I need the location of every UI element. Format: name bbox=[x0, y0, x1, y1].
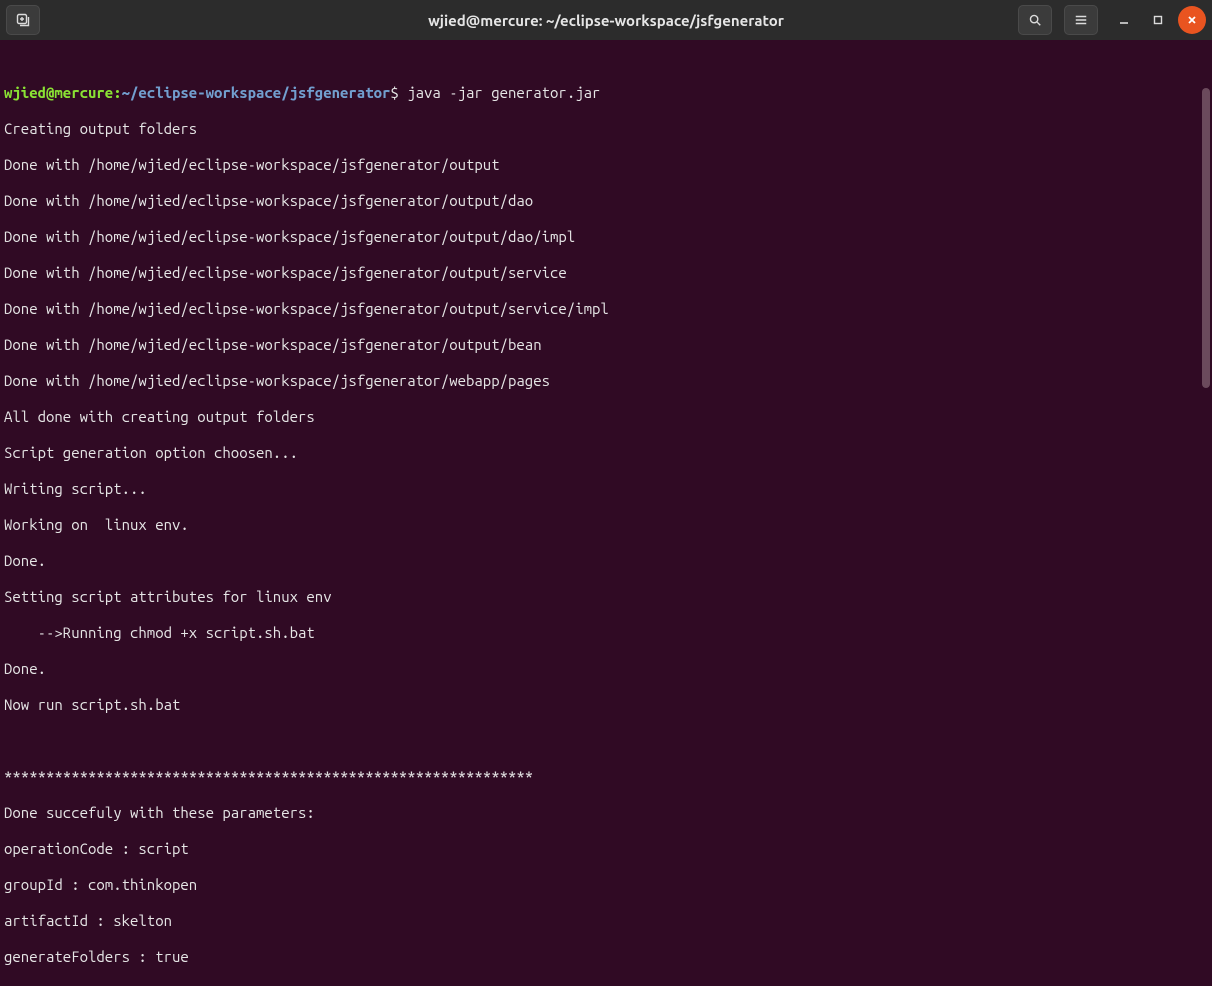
terminal-output-line: Done with /home/wjied/eclipse-workspace/… bbox=[4, 156, 1208, 174]
new-tab-button[interactable] bbox=[6, 5, 40, 35]
command-text: java -jar generator.jar bbox=[399, 84, 601, 101]
new-tab-icon bbox=[15, 12, 31, 28]
hamburger-menu-button[interactable] bbox=[1064, 5, 1098, 35]
search-icon bbox=[1028, 13, 1042, 27]
terminal-viewport[interactable]: wjied@mercure:~/eclipse-workspace/jsfgen… bbox=[0, 40, 1212, 986]
terminal-output-line: Done with /home/wjied/eclipse-workspace/… bbox=[4, 336, 1208, 354]
terminal-output-line: Now run script.sh.bat bbox=[4, 696, 1208, 714]
maximize-button[interactable] bbox=[1144, 6, 1172, 34]
terminal-output-line: -->Running chmod +x script.sh.bat bbox=[4, 624, 1208, 642]
minimize-icon bbox=[1118, 14, 1130, 26]
prompt-user-host: wjied@mercure bbox=[4, 84, 113, 101]
terminal-output-line: Done. bbox=[4, 660, 1208, 678]
close-button[interactable] bbox=[1178, 6, 1206, 34]
terminal-output-line: operationCode : script bbox=[4, 840, 1208, 858]
terminal-output-line: Done with /home/wjied/eclipse-workspace/… bbox=[4, 300, 1208, 318]
prompt-symbol: $ bbox=[390, 84, 398, 101]
window-title: wjied@mercure: ~/eclipse-workspace/jsfge… bbox=[428, 12, 784, 29]
terminal-window: wjied@mercure: ~/eclipse-workspace/jsfge… bbox=[0, 0, 1212, 986]
terminal-output-line: ****************************************… bbox=[4, 768, 1208, 786]
terminal-output-line: Done with /home/wjied/eclipse-workspace/… bbox=[4, 372, 1208, 390]
window-controls bbox=[1018, 5, 1206, 35]
terminal-output-line: groupId : com.thinkopen bbox=[4, 876, 1208, 894]
window-titlebar: wjied@mercure: ~/eclipse-workspace/jsfge… bbox=[0, 0, 1212, 40]
terminal-output-line: Creating output folders bbox=[4, 120, 1208, 138]
terminal-line-prompt-1: wjied@mercure:~/eclipse-workspace/jsfgen… bbox=[4, 84, 1208, 102]
minimize-button[interactable] bbox=[1110, 6, 1138, 34]
close-icon bbox=[1186, 14, 1198, 26]
terminal-output-line: artifactId : skelton bbox=[4, 912, 1208, 930]
terminal-output-line: generateFolders : true bbox=[4, 948, 1208, 966]
prompt-path: ~/eclipse-workspace/jsfgenerator bbox=[122, 84, 391, 101]
terminal-output-line: Done. bbox=[4, 552, 1208, 570]
terminal-output-line: Working on linux env. bbox=[4, 516, 1208, 534]
terminal-output-line: Done with /home/wjied/eclipse-workspace/… bbox=[4, 228, 1208, 246]
terminal-output-line: All done with creating output folders bbox=[4, 408, 1208, 426]
search-button[interactable] bbox=[1018, 5, 1052, 35]
terminal-output-line: Done succefuly with these parameters: bbox=[4, 804, 1208, 822]
terminal-output-line: Setting script attributes for linux env bbox=[4, 588, 1208, 606]
terminal-output-line: Done with /home/wjied/eclipse-workspace/… bbox=[4, 264, 1208, 282]
prompt-separator: : bbox=[113, 84, 121, 101]
terminal-output-line: Done with /home/wjied/eclipse-workspace/… bbox=[4, 192, 1208, 210]
terminal-output-line: Script generation option choosen... bbox=[4, 444, 1208, 462]
terminal-output-line: Writing script... bbox=[4, 480, 1208, 498]
scrollbar-thumb[interactable] bbox=[1202, 88, 1210, 388]
hamburger-icon bbox=[1074, 13, 1088, 27]
maximize-icon bbox=[1152, 14, 1164, 26]
